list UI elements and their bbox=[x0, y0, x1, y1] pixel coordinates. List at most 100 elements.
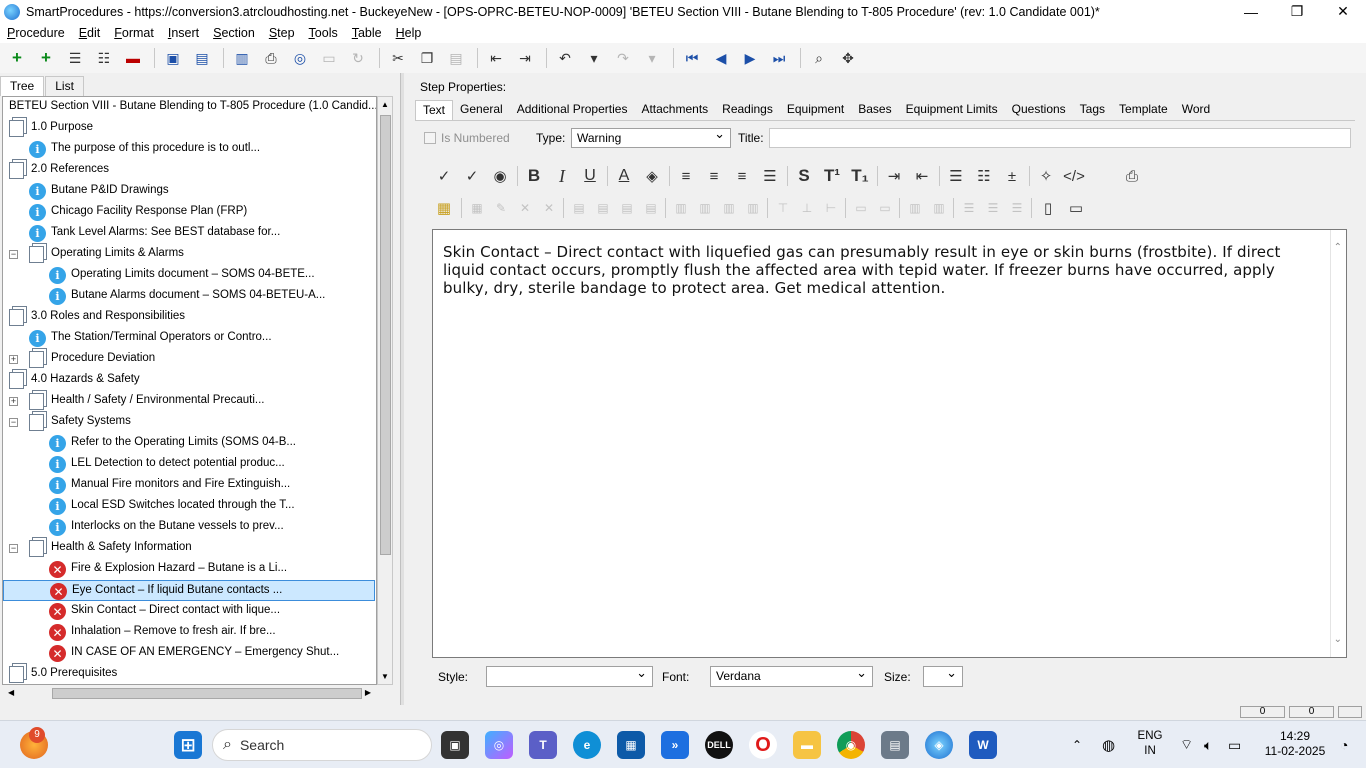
font-color-button[interactable]: A bbox=[613, 165, 635, 187]
font-select[interactable]: Verdana bbox=[710, 665, 873, 687]
word-icon[interactable]: W bbox=[969, 731, 997, 759]
indent-icon[interactable]: ⇥ bbox=[512, 45, 538, 71]
row-style-icon[interactable]: ▤ bbox=[617, 197, 637, 219]
taskbar-clock[interactable]: 14:29 11-02-2025 bbox=[1255, 729, 1335, 759]
menu-section[interactable]: Section bbox=[206, 26, 262, 40]
chrome-icon[interactable]: ◉ bbox=[837, 731, 865, 759]
tree-item[interactable]: i Operating Limits document – SOMS 04-BET… bbox=[3, 265, 375, 286]
size-select[interactable] bbox=[923, 665, 963, 687]
menu-insert[interactable]: Insert bbox=[161, 26, 206, 40]
show-hidden-icons[interactable]: ⌃ bbox=[1072, 721, 1082, 768]
tree-item[interactable]: i The purpose of this procedure is to out… bbox=[3, 139, 375, 160]
maximize-button[interactable]: ❐ bbox=[1274, 0, 1320, 23]
tab-bases[interactable]: Bases bbox=[851, 100, 898, 120]
collapse-icon[interactable]: − bbox=[9, 544, 18, 553]
start-icon[interactable]: ⊞ bbox=[174, 731, 202, 759]
bold-button[interactable]: B bbox=[523, 165, 545, 187]
tree-item[interactable]: BETEU Section VIII - Butane Blending to … bbox=[3, 97, 376, 118]
smartprocedures-taskbar-icon[interactable]: ◈ bbox=[925, 731, 953, 759]
justify-icon[interactable]: ☰ bbox=[759, 165, 781, 187]
cell-align-top-icon[interactable]: ☰ bbox=[959, 197, 979, 219]
type-select[interactable]: Warning bbox=[571, 126, 731, 148]
language-indicator[interactable]: ENG IN bbox=[1133, 729, 1167, 759]
tab-tags[interactable]: Tags bbox=[1073, 100, 1112, 120]
expand-icon[interactable]: + bbox=[9, 355, 18, 364]
notifications-icon[interactable]: ◔ bbox=[1340, 721, 1348, 768]
delete-icon[interactable]: ▬ bbox=[120, 45, 146, 71]
column-break-icon[interactable]: ▯ bbox=[1037, 197, 1059, 219]
tab-tree[interactable]: Tree bbox=[0, 76, 45, 96]
tab-text[interactable]: Text bbox=[415, 100, 454, 120]
tree-item[interactable]: i Chicago Facility Response Plan (FRP) bbox=[3, 202, 375, 223]
cell-properties-icon[interactable]: ✎ bbox=[491, 197, 511, 219]
redo-dropdown-icon[interactable]: ▾ bbox=[639, 45, 665, 71]
menu-step[interactable]: Step bbox=[262, 26, 302, 40]
wifi-icon[interactable]: ⌔ bbox=[1180, 721, 1193, 768]
step-text-editor[interactable]: Skin Contact – Direct contact with lique… bbox=[432, 229, 1347, 658]
tree-item[interactable]: i Butane Alarms document – SOMS 04-BETEU-… bbox=[3, 286, 375, 307]
tree-item[interactable]: i LEL Detection to detect potential produ… bbox=[3, 454, 375, 475]
last-step-icon[interactable]: ⏭ bbox=[766, 45, 792, 71]
strikethrough-button[interactable]: S bbox=[793, 165, 815, 187]
procedure-tree[interactable]: BETEU Section VIII - Butane Blending to … bbox=[2, 96, 377, 685]
cell-align-bottom-icon[interactable]: ☰ bbox=[1007, 197, 1027, 219]
tab-additional-properties[interactable]: Additional Properties bbox=[510, 100, 635, 120]
tree-item[interactable]: 3.0 Roles and Responsibilities bbox=[3, 307, 375, 328]
italic-button[interactable]: I bbox=[551, 165, 573, 187]
tab-list[interactable]: List bbox=[45, 76, 84, 96]
editor-scrollbar[interactable] bbox=[1330, 230, 1346, 657]
delete-column-icon[interactable]: ▥ bbox=[743, 197, 763, 219]
row-above-icon[interactable]: ⊤ bbox=[773, 197, 793, 219]
editor-scroll-down-icon[interactable]: ⌄ bbox=[1334, 634, 1342, 645]
tree-item[interactable]: 2.0 References bbox=[3, 160, 375, 181]
tree-scroll-thumb[interactable] bbox=[380, 115, 391, 555]
menu-help[interactable]: Help bbox=[389, 26, 429, 40]
insert-row-icon[interactable]: ▤ bbox=[569, 197, 589, 219]
insert-table-icon[interactable]: ▦ bbox=[433, 197, 455, 219]
subscript-button[interactable]: T₁ bbox=[849, 165, 871, 187]
insert-step-icon[interactable]: ☰ bbox=[62, 45, 88, 71]
add-step-icon[interactable]: + bbox=[4, 45, 30, 71]
table-properties-icon[interactable]: ▦ bbox=[467, 197, 487, 219]
undo-dropdown-icon[interactable]: ▾ bbox=[581, 45, 607, 71]
tree-item[interactable]: i Tank Level Alarms: See BEST database fo… bbox=[3, 223, 375, 244]
insert-column-icon[interactable]: ▥ bbox=[671, 197, 691, 219]
open-icon[interactable]: ▣ bbox=[160, 45, 186, 71]
preview-icon[interactable]: ▭ bbox=[316, 45, 342, 71]
add-substep-icon[interactable]: + bbox=[33, 45, 59, 71]
split-cells-icon[interactable]: ▭ bbox=[875, 197, 895, 219]
menu-table[interactable]: Table bbox=[345, 26, 389, 40]
network-status-icon[interactable]: ◍ bbox=[1102, 721, 1115, 768]
collapse-icon[interactable]: − bbox=[9, 250, 18, 259]
merge-cells-icon[interactable]: ▭ bbox=[851, 197, 871, 219]
step-text-content[interactable]: Skin Contact – Direct contact with lique… bbox=[443, 243, 1323, 297]
style-select[interactable] bbox=[486, 665, 653, 687]
column-left-icon[interactable]: ▥ bbox=[695, 197, 715, 219]
undo-icon[interactable]: ↶ bbox=[552, 45, 578, 71]
scroll-up-icon[interactable]: ▲ bbox=[381, 100, 389, 109]
magic-wand-icon[interactable]: ✧ bbox=[1035, 165, 1057, 187]
menu-edit[interactable]: Edit bbox=[72, 26, 108, 40]
scroll-left-icon[interactable]: ◀ bbox=[8, 688, 14, 697]
tree-item[interactable]: + Health / Safety / Environmental Precaut… bbox=[3, 391, 375, 412]
tab-equipment[interactable]: Equipment bbox=[780, 100, 851, 120]
tree-item[interactable]: i The Station/Terminal Operators or Contr… bbox=[3, 328, 375, 349]
scroll-right-icon[interactable]: ▶ bbox=[365, 688, 371, 697]
underline-button[interactable]: U bbox=[579, 165, 601, 187]
tree-item[interactable]: − Operating Limits & Alarms bbox=[3, 244, 375, 265]
refresh-icon[interactable]: ◎ bbox=[287, 45, 313, 71]
tree-item[interactable]: i Manual Fire monitors and Fire Extinguis… bbox=[3, 475, 375, 496]
tree-vertical-scrollbar[interactable]: ▲ ▼ bbox=[377, 96, 393, 685]
highlight-icon[interactable]: ◈ bbox=[641, 165, 663, 187]
menu-tools[interactable]: Tools bbox=[302, 26, 345, 40]
column-right-icon[interactable]: ▥ bbox=[719, 197, 739, 219]
store-icon[interactable]: ▦ bbox=[617, 731, 645, 759]
symbol-icon[interactable]: ◉ bbox=[489, 165, 511, 187]
indent-icon[interactable]: ⇥ bbox=[883, 165, 905, 187]
horizontal-rule-icon[interactable]: ± bbox=[1001, 165, 1023, 187]
tree-item[interactable]: i Interlocks on the Butane vessels to pre… bbox=[3, 517, 375, 538]
spellcheck-icon[interactable]: ✓ bbox=[433, 165, 455, 187]
superscript-button[interactable]: T¹ bbox=[821, 165, 843, 187]
tree-horizontal-scrollbar[interactable]: ◀ ▶ bbox=[2, 685, 377, 702]
task-view-icon[interactable]: ▣ bbox=[441, 731, 469, 759]
